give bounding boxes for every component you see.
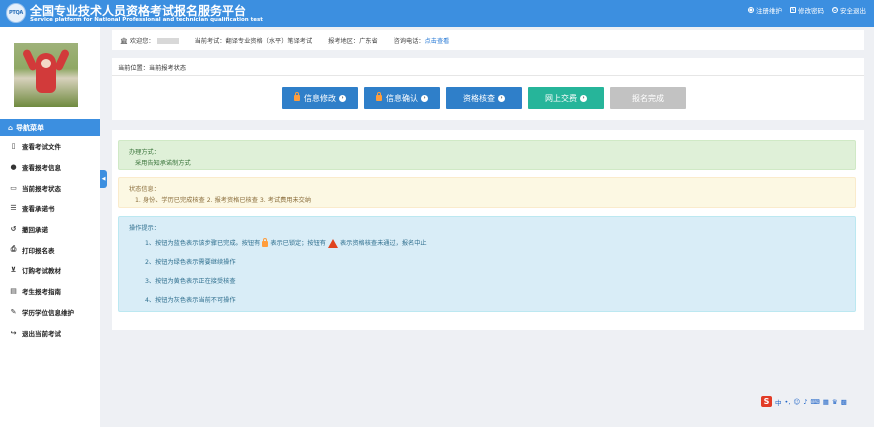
app-header: PTQA 全国专业技术人员资格考试报名服务平台 Service platform…: [0, 0, 874, 27]
phone-view-link[interactable]: 点击查看: [425, 38, 450, 45]
toolbox-icon[interactable]: ▦: [823, 398, 829, 406]
bank-icon: 🏛: [120, 37, 128, 45]
step-info-confirm-button[interactable]: 信息确认 ›: [364, 87, 440, 109]
hint-line-1: 1、按钮为蓝色表示该步骤已完成。按钮有 表示已锁定；按钮有 表示资格核查未通过，…: [145, 237, 427, 248]
avatar: [14, 43, 78, 107]
status-text: 1. 身份、学历已完成核查 2. 报考资格已核查 3. 考试费用未交纳: [135, 197, 312, 204]
logout-link[interactable]: ⏻ 安全退出: [832, 5, 866, 15]
info-panel: 办理方式： 采用告知承诺制方式 状态信息： 1. 身份、学历已完成核查 2. 报…: [112, 130, 864, 330]
username-redacted: [156, 37, 179, 44]
sidebar-item-view-commitment[interactable]: ☰ 查看承诺书: [0, 198, 100, 219]
lock-icon: [294, 92, 300, 101]
step-qualification-check-button[interactable]: 资格核查 ›: [446, 87, 522, 109]
sidebar-item-current-status[interactable]: ▭ 当前报考状态: [0, 177, 100, 198]
punctuation-icon[interactable]: •,: [785, 398, 791, 406]
mic-icon[interactable]: ♪: [803, 398, 807, 406]
sogou-ime-icon[interactable]: S: [761, 396, 772, 407]
sidebar-item-order-textbooks[interactable]: ⊻ 订购考试教材: [0, 260, 100, 281]
sidebar-item-exit-exam[interactable]: ↪ 退出当前考试: [0, 322, 100, 343]
sidebar-item-degree-info[interactable]: ✎ 学历学位信息维护: [0, 302, 100, 323]
chevron-right-circle-icon: ›: [498, 94, 505, 102]
hint-line-3: 3、按钮为黄色表示正在接受核查: [145, 278, 236, 285]
sidebar-item-withdraw-commitment[interactable]: ↺ 撤回承诺: [0, 219, 100, 240]
chevron-left-icon: ◀: [101, 176, 106, 182]
lock-icon: [376, 92, 382, 101]
phone-label: 咨询电话：: [393, 37, 425, 45]
edit-icon: ✎: [790, 7, 796, 13]
exam-label: 当前考试：: [194, 37, 226, 45]
step-registration-complete-button[interactable]: 报名完成: [610, 87, 686, 109]
ime-language-toggle[interactable]: 中: [775, 397, 782, 407]
platform-logo: PTQA: [6, 3, 26, 23]
pencil-icon: ✎: [10, 307, 17, 316]
hint-alert: 操作提示： 1、按钮为蓝色表示该步骤已完成。按钮有 表示已锁定；按钮有 表示资格…: [118, 216, 856, 312]
print-icon: ⎙: [10, 245, 17, 254]
list-icon: ☰: [10, 204, 17, 213]
signout-icon: ↪: [10, 328, 17, 337]
region-value: 广东省: [359, 37, 378, 45]
step-buttons: 信息修改 › 信息确认 › 资格核查 › 网上交费 › 报名完成: [282, 87, 686, 109]
book-icon: ▤: [10, 287, 17, 296]
home-icon: ⌂: [8, 123, 14, 132]
status-title: 状态信息：: [129, 186, 160, 193]
monitor-icon: ▭: [10, 183, 17, 192]
change-password-link[interactable]: ✎ 修改密码: [790, 5, 824, 15]
grid-icon[interactable]: ▩: [841, 398, 847, 406]
region-label: 报考地区：: [328, 37, 360, 45]
nav-menu-header: ⌂ 导航菜单: [0, 119, 100, 136]
nav-list: ▯ 查看考试文件 ● 查看报考信息 ▭ 当前报考状态 ☰ 查看承诺书 ↺ 撤回承诺 ⎙ 打印…: [0, 136, 100, 343]
register-maintenance-link[interactable]: ● 注册维护: [748, 5, 782, 15]
step-info-modify-button[interactable]: 信息修改 ›: [282, 87, 358, 109]
welcome-label: 欢迎您：: [129, 37, 155, 45]
skin-icon[interactable]: ♛: [832, 398, 838, 406]
file-icon: ▯: [11, 142, 16, 151]
exam-value: 翻译专业资格（水平）笔译考试: [225, 37, 313, 45]
method-title: 办理方式：: [129, 149, 160, 156]
method-alert: 办理方式： 采用告知承诺制方式: [118, 140, 856, 170]
power-icon: ⏻: [832, 7, 838, 13]
info-icon: ●: [10, 163, 17, 172]
lock-icon: [262, 237, 269, 247]
warning-icon: [328, 239, 338, 248]
hint-line-4: 4、按钮为灰色表示当前不可操作: [145, 297, 236, 304]
status-panel: 当前位置：当前报考状态 信息修改 › 信息确认 › 资格核查 › 网上交费 › …: [112, 58, 864, 120]
sidebar-item-print-form[interactable]: ⎙ 打印报名表: [0, 239, 100, 260]
chevron-right-circle-icon: ›: [421, 94, 428, 102]
sidebar-item-exam-guide[interactable]: ▤ 考生报考指南: [0, 281, 100, 302]
chevron-right-circle-icon: ›: [339, 94, 346, 102]
undo-icon: ↺: [10, 225, 17, 234]
page-subtitle: Service platform for National Profession…: [30, 17, 263, 23]
method-text: 采用告知承诺制方式: [135, 160, 191, 167]
header-links: ● 注册维护 ✎ 修改密码 ⏻ 安全退出: [748, 5, 866, 15]
emoji-icon[interactable]: ☺: [793, 398, 800, 406]
ime-toolbar[interactable]: S 中 •, ☺ ♪ ⌨ ▦ ♛ ▩: [761, 395, 847, 408]
sidebar-item-exam-info[interactable]: ● 查看报考信息: [0, 157, 100, 178]
hint-line-2: 2、按钮为绿色表示需要继续操作: [145, 259, 236, 266]
cart-icon: ⊻: [10, 266, 17, 275]
step-online-payment-button[interactable]: 网上交费 ›: [528, 87, 604, 109]
user-circle-icon: ●: [748, 7, 754, 13]
sidebar-collapse-toggle[interactable]: ◀: [100, 170, 107, 188]
status-alert: 状态信息： 1. 身份、学历已完成核查 2. 报考资格已核查 3. 考试费用未交…: [118, 177, 856, 208]
user-info-bar: 🏛 欢迎您： 当前考试：翻译专业资格（水平）笔译考试 报考地区：广东省 咨询电话…: [112, 30, 864, 50]
breadcrumb: 当前位置：当前报考状态: [118, 65, 187, 72]
sidebar-item-exam-files[interactable]: ▯ 查看考试文件: [0, 136, 100, 157]
hint-title: 操作提示：: [129, 225, 160, 232]
keyboard-icon[interactable]: ⌨: [810, 398, 819, 406]
sidebar: ⌂ 导航菜单 ▯ 查看考试文件 ● 查看报考信息 ▭ 当前报考状态 ☰ 查看承诺书 ↺ 撤…: [0, 27, 100, 427]
chevron-right-circle-icon: ›: [580, 94, 587, 102]
